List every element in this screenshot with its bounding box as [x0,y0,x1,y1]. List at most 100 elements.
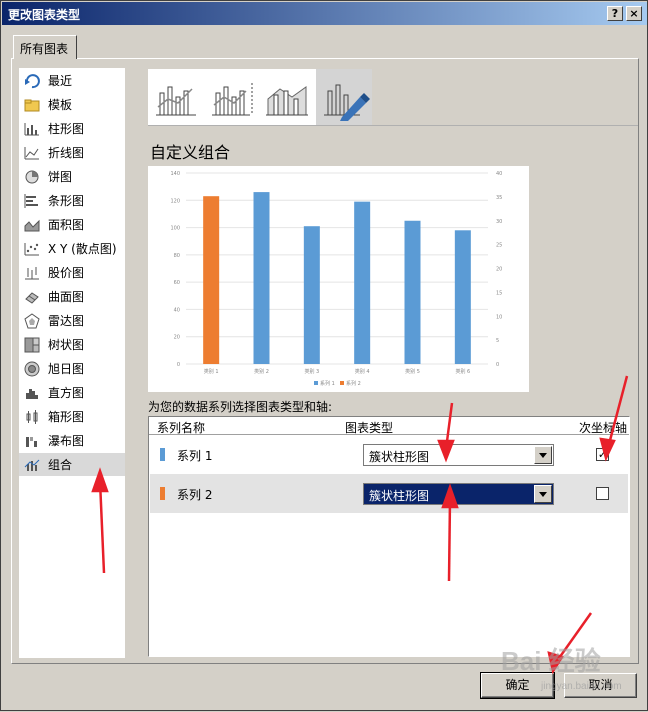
custom-combo-icon[interactable] [316,69,372,125]
sidebar-item[interactable]: 条形图 [19,189,125,212]
series-color-swatch [160,487,165,500]
scatter-chart-icon [24,241,40,257]
chevron-down-icon[interactable] [534,485,552,503]
series-table: 系列名称 图表类型 次坐标轴 系列 1 簇状柱形图 ✓ 系列 2 簇状柱形图 [148,416,630,657]
sidebar-item[interactable]: 组合 [19,453,125,476]
chart-type-value: 簇状柱形图 [369,489,430,503]
sidebar-item-label: 柱形图 [48,122,85,136]
sunburst-chart-icon [24,361,40,377]
bar-chart-icon [24,193,40,209]
stock-chart-icon [24,265,40,281]
sidebar-item[interactable]: 雷达图 [19,309,125,332]
series-name: 系列 1 [177,449,213,463]
y-tick-label: 100 [170,226,180,232]
sidebar-item[interactable]: 瀑布图 [19,429,125,452]
tab-all-charts[interactable]: 所有图表 [13,35,77,59]
sidebar-item-label: 树状图 [48,338,85,352]
x-tick-label: 类别 2 [254,368,269,375]
sidebar-item[interactable]: 折线图 [19,141,125,164]
divider [148,125,638,126]
legend-swatch [314,381,318,385]
series-row[interactable]: 系列 1 簇状柱形图 ✓ [150,435,628,474]
combo-column-line-icon[interactable] [148,69,204,125]
sidebar-item[interactable]: 柱形图 [19,117,125,140]
x-tick-label: 类别 5 [405,368,420,375]
bar [454,230,471,364]
y-tick-label: 60 [174,280,180,286]
sidebar-item[interactable]: 曲面图 [19,285,125,308]
sidebar-item[interactable]: X Y (散点图) [19,237,125,260]
bar [203,196,220,364]
sidebar-item[interactable]: 树状图 [19,333,125,356]
chevron-down-icon[interactable] [534,446,552,464]
histogram-chart-icon [24,385,40,401]
radar-chart-icon [24,312,40,329]
chart-svg: 0 20 40 60 80 100 120 140 0 5 10 15 20 25 30 35 40 类别 1 类别… [170,171,502,387]
combo-area-column-icon[interactable] [260,69,316,125]
combo-chart-icon [24,457,40,473]
sidebar-item[interactable]: 模板 [19,93,125,116]
y2-tick-label: 5 [496,338,499,344]
sidebar-item[interactable]: 股价图 [19,261,125,284]
sidebar-item-label: 股价图 [48,266,85,280]
combo-column-line-secondary-icon[interactable] [204,69,260,125]
sidebar-item[interactable]: 饼图 [19,165,125,188]
watermark-url: jingyan.baidu.com [541,681,622,692]
sidebar-item-label: 曲面图 [48,290,85,304]
x-tick-label: 类别 1 [204,368,219,375]
secondary-axis-checkbox[interactable]: ✓ [596,448,609,461]
chart-type-value: 簇状柱形图 [369,450,430,464]
sidebar-item[interactable]: 箱形图 [19,405,125,428]
instruction-label: 为您的数据系列选择图表类型和轴: [148,400,333,414]
y2-tick-label: 25 [496,243,502,249]
sidebar-item[interactable]: 旭日图 [19,357,125,380]
sidebar-item-label: 折线图 [48,146,85,160]
chart-type-select[interactable]: 簇状柱形图 [363,444,554,466]
section-title: 自定义组合 [150,143,231,162]
sidebar-item[interactable]: 最近 [19,69,125,92]
help-button[interactable]: ? [607,6,623,21]
column-chart-icon [24,121,40,137]
legend-swatch [340,381,344,385]
folder-icon [24,97,40,113]
sidebar-item-label: 雷达图 [48,314,85,328]
boxplot-chart-icon [24,409,40,425]
bar [303,226,320,364]
x-tick-label: 类别 3 [304,368,319,375]
sidebar-item-label: X Y (散点图) [48,242,117,256]
secondary-axis-checkbox[interactable] [596,487,609,500]
line-chart-icon [24,145,40,161]
chart-preview: 0 20 40 60 80 100 120 140 0 5 10 15 20 25 30 35 40 类别 1 类别… [148,166,529,392]
y2-tick-label: 20 [496,267,502,273]
bar [253,192,270,364]
sidebar-item-label: 直方图 [48,386,85,400]
sidebar-item-label: 瀑布图 [48,434,85,448]
sidebar-item-label: 组合 [48,458,73,472]
pie-chart-icon [24,169,40,185]
bar [354,201,371,364]
sidebar-item-label: 旭日图 [48,362,85,376]
y-tick-label: 40 [174,307,180,313]
legend-label: 系列 1 [320,380,335,387]
y-tick-label: 120 [170,198,180,204]
series-row[interactable]: 系列 2 簇状柱形图 [150,474,628,513]
sidebar-item[interactable]: 面积图 [19,213,125,236]
recent-icon [24,73,40,89]
bar [404,220,421,364]
legend-label: 系列 2 [346,380,361,387]
y2-tick-label: 40 [496,171,502,177]
y-tick-label: 0 [177,362,180,368]
window-title: 更改图表类型 [8,8,81,22]
series-color-swatch [160,448,165,461]
close-button[interactable]: × [626,6,642,21]
change-chart-type-dialog: 更改图表类型 ? × 所有图表 最近 模板柱形图折线图饼图条形图 面积图 X Y (散… [0,0,648,711]
sidebar-item[interactable]: 直方图 [19,381,125,404]
sidebar-item-label: 饼图 [48,170,73,184]
y-tick-label: 20 [174,335,180,341]
chart-type-select[interactable]: 簇状柱形图 [363,483,554,505]
y-tick-label: 140 [170,171,180,177]
area-chart-icon [24,217,40,233]
x-tick-label: 类别 4 [355,368,370,375]
title-bar[interactable]: 更改图表类型 ? × [2,2,647,25]
sidebar-item-label: 箱形图 [48,410,85,424]
